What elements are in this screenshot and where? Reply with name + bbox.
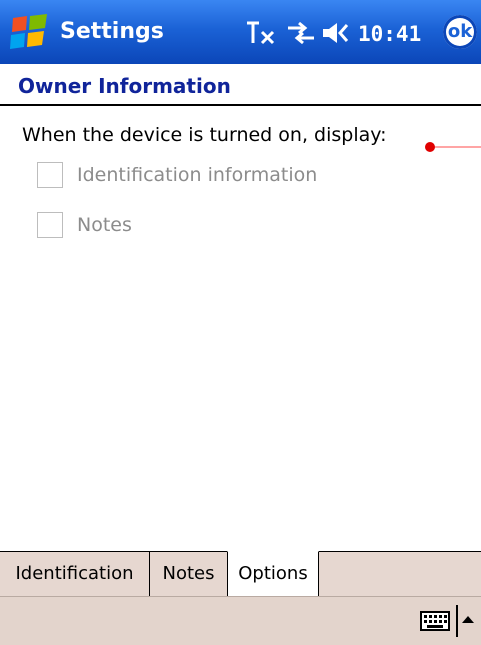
notes-checkbox[interactable] bbox=[37, 212, 63, 238]
arrow-up-icon[interactable] bbox=[462, 616, 474, 623]
title-divider bbox=[0, 104, 481, 106]
volume-icon[interactable] bbox=[320, 20, 354, 46]
windows-start-icon[interactable] bbox=[7, 14, 53, 50]
tab-identification[interactable]: Identification bbox=[0, 552, 150, 596]
clock[interactable]: 10:41 bbox=[358, 19, 421, 49]
tab-notes[interactable]: Notes bbox=[150, 552, 228, 596]
app-title: Settings bbox=[60, 19, 164, 44]
keyboard-icon[interactable] bbox=[420, 611, 450, 631]
page-title: Owner Information bbox=[18, 74, 231, 98]
input-divider bbox=[456, 605, 458, 637]
connectivity-icon[interactable] bbox=[285, 20, 317, 46]
notes-label[interactable]: Notes bbox=[77, 212, 132, 238]
identification-info-label[interactable]: Identification information bbox=[77, 162, 317, 188]
display-prompt: When the device is turned on, display: bbox=[22, 124, 387, 146]
tab-options[interactable]: Options bbox=[227, 551, 319, 596]
tab-bar: Identification Notes Options bbox=[0, 551, 481, 597]
ok-button[interactable]: ok bbox=[443, 15, 477, 49]
pointer-marker-icon bbox=[425, 142, 481, 152]
title-bar: Settings 10:41 ok bbox=[0, 0, 481, 64]
menu-bar bbox=[0, 596, 481, 645]
identification-info-checkbox[interactable] bbox=[37, 162, 63, 188]
no-signal-icon[interactable] bbox=[244, 20, 278, 46]
